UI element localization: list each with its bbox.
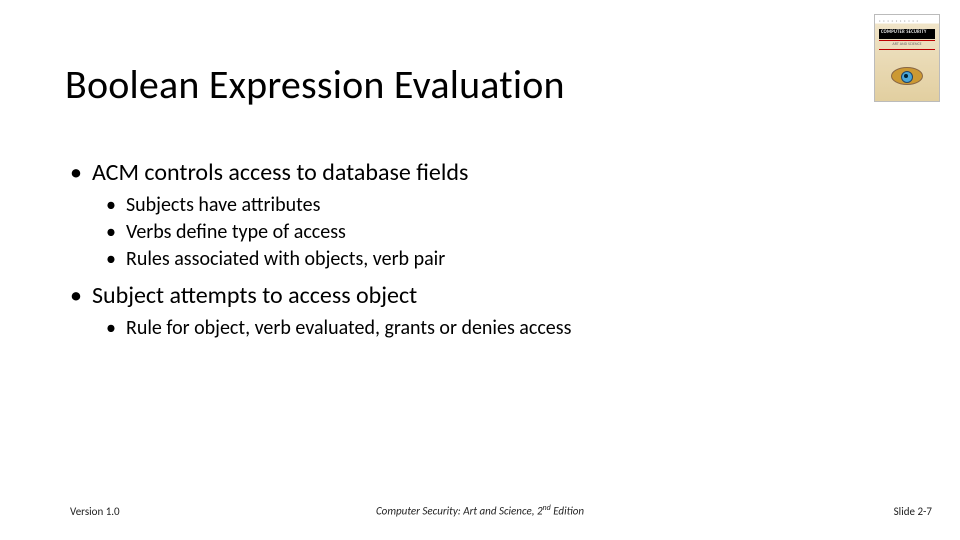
bullet-text: Subject attempts to access object: [92, 281, 900, 310]
bullet-level1: • Subject attempts to access object: [70, 281, 900, 310]
bullet-text: Subjects have attributes: [126, 193, 900, 217]
bullet-text: ACM controls access to database fields: [92, 158, 900, 187]
bullet-level2: • Rules associated with objects, verb pa…: [106, 247, 900, 271]
footer-slide-number: Slide 2-7: [894, 505, 932, 518]
bullet-level1: • ACM controls access to database fields: [70, 158, 900, 187]
bullet-text: Rule for object, verb evaluated, grants …: [126, 316, 900, 340]
cover-eye-graphic: [891, 67, 923, 85]
book-cover-thumbnail: • • • • • • • • • • COMPUTER SECURITY AR…: [874, 14, 940, 102]
bullet-dot: •: [106, 193, 116, 217]
bullet-dot: •: [106, 220, 116, 244]
footer-book-title: Computer Security: Art and Science: [376, 505, 532, 518]
bullet-dot: •: [70, 281, 82, 310]
cover-title: COMPUTER SECURITY: [879, 29, 935, 39]
bullet-text: Verbs define type of access: [126, 220, 900, 244]
slide-title: Boolean Expression Evaluation: [65, 60, 565, 109]
bullet-level2: • Rule for object, verb evaluated, grant…: [106, 316, 900, 340]
slide-content: • ACM controls access to database fields…: [70, 150, 900, 343]
bullet-dot: •: [70, 158, 82, 187]
bullet-dot: •: [106, 247, 116, 271]
bullet-level2: • Subjects have attributes: [106, 193, 900, 217]
slide: • • • • • • • • • • COMPUTER SECURITY AR…: [0, 0, 960, 540]
slide-footer: Version 1.0 Computer Security: Art and S…: [0, 498, 960, 518]
bullet-level2: • Verbs define type of access: [106, 220, 900, 244]
bullet-text: Rules associated with objects, verb pair: [126, 247, 900, 271]
footer-edition-ord: nd: [543, 503, 551, 513]
bullet-dot: •: [106, 316, 116, 340]
cover-dots: • • • • • • • • • •: [879, 19, 935, 23]
footer-book: Computer Security: Art and Science, 2nd …: [0, 503, 960, 518]
footer-edition-word: Edition: [551, 505, 584, 518]
cover-subtitle: ART AND SCIENCE: [879, 40, 935, 50]
